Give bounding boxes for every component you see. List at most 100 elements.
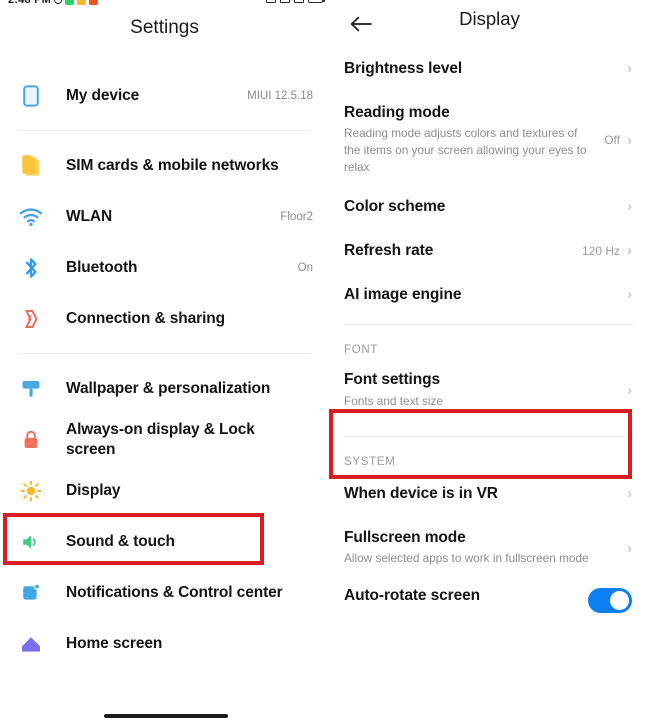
sidebar-item-my-device[interactable]: My device MIUI 12.5.18 xyxy=(0,70,329,121)
display-page-title: Display xyxy=(459,8,520,29)
sidebar-item-label: Connection & sharing xyxy=(66,309,226,327)
item-trailing: › xyxy=(627,484,632,501)
wallpaper-icon xyxy=(18,378,44,400)
item-texts: AI image engine xyxy=(344,285,620,305)
divider xyxy=(344,436,635,438)
bluetooth-icon xyxy=(18,256,44,280)
sidebar-item-value: MIUI 12.5.18 xyxy=(247,89,313,102)
item-title: Auto-rotate screen xyxy=(344,587,481,605)
item-texts: Auto-rotate screen xyxy=(344,586,588,606)
status-bar-clock: 2:48 PM xyxy=(8,0,51,6)
item-trailing: › xyxy=(620,59,632,76)
display-item-color-scheme[interactable]: Color scheme › xyxy=(329,186,650,230)
phone-settings-screenshot: 2:48 PM Settings My device MIUI 12.5.18 … xyxy=(0,0,650,724)
home-indicator-left xyxy=(104,714,228,718)
section-header-font: FONT xyxy=(344,344,379,357)
sidebar-item-wlan[interactable]: WLAN Floor2 xyxy=(0,191,329,242)
sidebar-item-always-on-display[interactable]: Always-on display & Lock screen xyxy=(0,414,329,465)
sidebar-item-home-screen[interactable]: Home screen xyxy=(0,618,329,669)
item-title: Color scheme xyxy=(344,198,446,216)
display-item-when-device-in-vr[interactable]: When device is in VR › xyxy=(329,473,650,517)
settings-pane: 2:48 PM Settings My device MIUI 12.5.18 … xyxy=(0,0,329,724)
vibrate-icon xyxy=(266,0,276,3)
item-trailing: › xyxy=(620,285,632,302)
display-item-font-settings[interactable]: Font settings Fonts and text size › xyxy=(329,361,650,422)
item-texts: Color scheme xyxy=(344,197,620,217)
sidebar-item-label: Home screen xyxy=(66,634,163,652)
status-bar-left: 2:48 PM xyxy=(8,0,98,6)
sidebar-item-label: My device xyxy=(66,86,140,104)
divider xyxy=(344,324,635,326)
app-icon xyxy=(88,0,98,5)
display-item-auto-rotate-screen[interactable]: Auto-rotate screen xyxy=(329,578,650,624)
item-trailing: › xyxy=(620,197,632,214)
item-title: Refresh rate xyxy=(344,242,434,260)
item-title: Reading mode xyxy=(344,104,450,121)
sim-card-icon xyxy=(18,154,44,178)
chevron-right-icon: › xyxy=(627,131,632,149)
sidebar-item-wallpaper[interactable]: Wallpaper & personalization xyxy=(0,363,329,414)
divider xyxy=(18,353,311,354)
home-icon xyxy=(18,634,44,654)
item-texts: Fullscreen mode Allow selected apps to w… xyxy=(344,528,627,567)
display-item-brightness-level[interactable]: Brightness level › xyxy=(329,48,650,92)
item-texts: Refresh rate xyxy=(344,241,582,261)
chevron-right-icon: › xyxy=(627,382,632,400)
display-item-fullscreen-mode[interactable]: Fullscreen mode Allow selected apps to w… xyxy=(329,517,650,578)
brightness-sun-icon xyxy=(18,479,44,503)
sidebar-item-value: Floor2 xyxy=(280,210,313,223)
wifi-icon xyxy=(18,207,44,227)
sidebar-item-notifications[interactable]: Notifications & Control center xyxy=(0,567,329,618)
status-bar-right xyxy=(266,0,325,3)
speaker-icon xyxy=(18,531,44,553)
display-pane: Display Brightness level › Reading mode … xyxy=(329,0,650,724)
section-header-system: SYSTEM xyxy=(344,456,396,469)
lock-icon xyxy=(18,429,44,451)
item-title: Fullscreen mode xyxy=(344,529,466,547)
sidebar-item-bluetooth[interactable]: Bluetooth On xyxy=(0,242,329,293)
chevron-right-icon: › xyxy=(627,286,632,304)
sidebar-item-label: Always-on display & Lock screen xyxy=(66,421,255,458)
item-value: 120 Hz xyxy=(581,243,620,258)
settings-list: My device MIUI 12.5.18 SIM cards & mobil… xyxy=(0,70,329,669)
chevron-right-icon: › xyxy=(627,198,632,216)
item-title: Brightness level xyxy=(344,60,463,77)
item-trailing: 120 Hz › xyxy=(582,241,632,258)
sidebar-item-connection-sharing[interactable]: Connection & sharing xyxy=(0,293,329,344)
sim-icon xyxy=(280,0,290,3)
sidebar-item-display[interactable]: Display xyxy=(0,465,329,516)
item-texts: When device is in VR xyxy=(344,484,627,504)
display-header: Display xyxy=(329,0,650,48)
record-circle-icon xyxy=(53,0,62,4)
display-settings-list: Brightness level › Reading mode Reading … xyxy=(329,48,650,624)
display-item-refresh-rate[interactable]: Refresh rate 120 Hz › xyxy=(329,230,650,274)
settings-page-title: Settings xyxy=(130,17,199,38)
item-texts: Brightness level xyxy=(344,59,620,79)
item-title: Font settings xyxy=(344,371,440,389)
sidebar-item-label: Sound & touch xyxy=(66,532,175,550)
display-item-reading-mode[interactable]: Reading mode Reading mode adjusts colors… xyxy=(329,92,650,186)
chevron-right-icon: › xyxy=(627,485,632,503)
item-subtitle: Reading mode adjusts colors and textures… xyxy=(344,126,587,174)
notes-icon xyxy=(76,0,86,5)
whatsapp-icon xyxy=(64,0,74,5)
item-subtitle: Fonts and text size xyxy=(344,393,444,408)
connection-sharing-icon xyxy=(18,308,44,330)
sidebar-item-label: SIM cards & mobile networks xyxy=(66,156,279,174)
sidebar-item-sound-touch[interactable]: Sound & touch xyxy=(0,516,329,567)
sidebar-item-sim-cards[interactable]: SIM cards & mobile networks xyxy=(0,140,329,191)
battery-icon xyxy=(308,0,325,3)
signal-icon xyxy=(294,0,304,3)
item-title: AI image engine xyxy=(344,286,462,304)
display-item-ai-image-engine[interactable]: AI image engine › xyxy=(329,274,650,318)
item-trailing xyxy=(588,586,632,614)
sidebar-item-label: WLAN xyxy=(66,207,113,225)
status-bar: 2:48 PM xyxy=(0,0,329,11)
sidebar-item-value: On xyxy=(297,261,313,274)
divider xyxy=(18,130,311,131)
item-trailing: › xyxy=(627,381,632,398)
auto-rotate-toggle[interactable] xyxy=(588,588,632,614)
item-texts: Reading mode Reading mode adjusts colors… xyxy=(344,103,604,175)
chevron-right-icon: › xyxy=(627,60,632,77)
sidebar-item-label: Display xyxy=(66,481,121,499)
